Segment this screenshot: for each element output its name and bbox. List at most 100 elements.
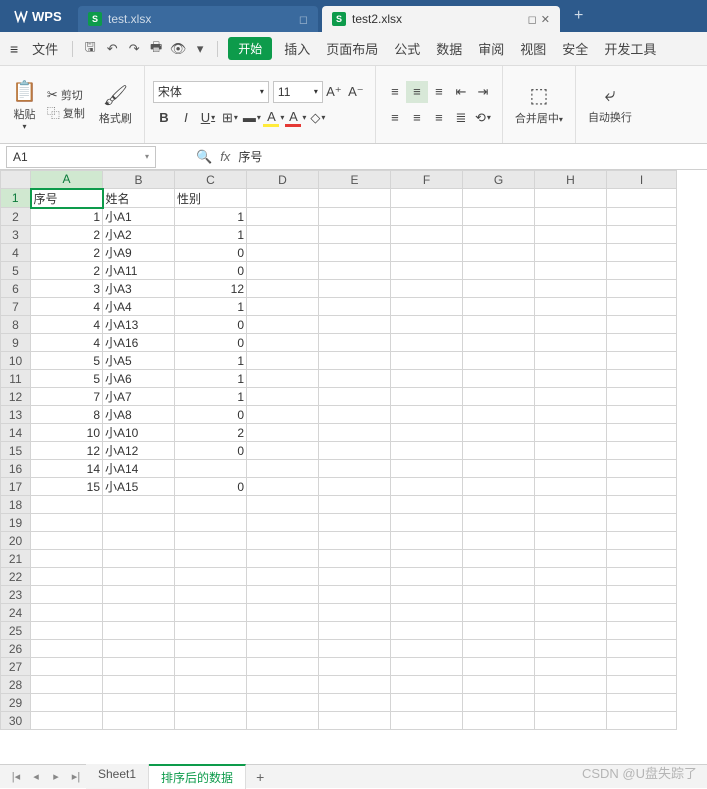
decrease-font-icon[interactable]: A⁻ xyxy=(345,81,367,103)
sheet-tab[interactable]: 排序后的数据 xyxy=(149,764,246,789)
menu-formula[interactable]: 公式 xyxy=(386,39,428,58)
font-family-select[interactable]: 宋体▾ xyxy=(153,81,269,103)
cell[interactable] xyxy=(247,622,319,640)
menu-security[interactable]: 安全 xyxy=(554,39,596,58)
cell[interactable] xyxy=(607,550,677,568)
cell[interactable] xyxy=(463,532,535,550)
cell[interactable] xyxy=(607,208,677,226)
hamburger-icon[interactable]: ≡ xyxy=(10,41,18,57)
cell[interactable] xyxy=(319,550,391,568)
cell[interactable] xyxy=(175,532,247,550)
cell[interactable] xyxy=(535,604,607,622)
doc-tab-active[interactable]: S test2.xlsx ◻ ✕ xyxy=(322,6,560,32)
cell[interactable] xyxy=(607,334,677,352)
cell[interactable] xyxy=(319,226,391,244)
cell[interactable] xyxy=(319,514,391,532)
row-header[interactable]: 18 xyxy=(1,496,31,514)
cell[interactable] xyxy=(463,460,535,478)
cell[interactable] xyxy=(535,352,607,370)
cell[interactable] xyxy=(607,298,677,316)
more-icon[interactable]: ▾ xyxy=(191,41,209,57)
cell[interactable] xyxy=(319,532,391,550)
column-header[interactable]: F xyxy=(391,171,463,189)
cell[interactable]: 小A2 xyxy=(103,226,175,244)
menu-pagelayout[interactable]: 页面布局 xyxy=(318,39,386,58)
cell[interactable] xyxy=(319,262,391,280)
cell[interactable]: 8 xyxy=(31,406,103,424)
cell[interactable] xyxy=(103,514,175,532)
row-header[interactable]: 9 xyxy=(1,334,31,352)
cell[interactable] xyxy=(463,586,535,604)
cell[interactable] xyxy=(247,694,319,712)
orientation-icon[interactable]: ⟲ xyxy=(472,107,494,129)
menu-view[interactable]: 视图 xyxy=(512,39,554,58)
cell[interactable] xyxy=(391,208,463,226)
cell[interactable] xyxy=(391,424,463,442)
cell[interactable] xyxy=(319,640,391,658)
increase-indent-icon[interactable]: ⇥ xyxy=(472,81,494,103)
cell[interactable] xyxy=(607,460,677,478)
cell[interactable] xyxy=(535,316,607,334)
cell[interactable] xyxy=(247,640,319,658)
cell[interactable] xyxy=(319,676,391,694)
cell[interactable]: 小A14 xyxy=(103,460,175,478)
cell[interactable] xyxy=(175,586,247,604)
cell[interactable] xyxy=(247,568,319,586)
column-header[interactable]: G xyxy=(463,171,535,189)
cell[interactable] xyxy=(463,406,535,424)
format-painter-button[interactable]: 🖌 格式刷 xyxy=(95,83,136,126)
cell[interactable]: 1 xyxy=(175,208,247,226)
cell[interactable] xyxy=(319,406,391,424)
cell[interactable] xyxy=(535,388,607,406)
row-header[interactable]: 30 xyxy=(1,712,31,730)
row-header[interactable]: 13 xyxy=(1,406,31,424)
cell[interactable] xyxy=(175,676,247,694)
row-header[interactable]: 15 xyxy=(1,442,31,460)
cell[interactable] xyxy=(535,586,607,604)
cell[interactable] xyxy=(535,189,607,208)
cell[interactable] xyxy=(535,226,607,244)
cell[interactable] xyxy=(319,622,391,640)
cell[interactable] xyxy=(463,514,535,532)
cell[interactable] xyxy=(247,316,319,334)
row-header[interactable]: 12 xyxy=(1,388,31,406)
cell[interactable]: 1 xyxy=(175,352,247,370)
row-header[interactable]: 1 xyxy=(1,189,31,208)
cell[interactable] xyxy=(175,550,247,568)
row-header[interactable]: 21 xyxy=(1,550,31,568)
cell[interactable] xyxy=(535,658,607,676)
align-top-icon[interactable]: ≡ xyxy=(384,81,406,103)
cell[interactable]: 2 xyxy=(31,244,103,262)
cell[interactable] xyxy=(103,604,175,622)
cell[interactable] xyxy=(391,658,463,676)
cell[interactable] xyxy=(535,334,607,352)
sheet-next-icon[interactable]: ▸ xyxy=(46,770,66,783)
cell[interactable] xyxy=(247,586,319,604)
cell[interactable] xyxy=(535,370,607,388)
cell[interactable] xyxy=(175,568,247,586)
cell[interactable] xyxy=(247,496,319,514)
cell[interactable] xyxy=(31,568,103,586)
cell[interactable] xyxy=(391,568,463,586)
sheet-prev-icon[interactable]: ◂ xyxy=(26,770,46,783)
cell[interactable] xyxy=(247,370,319,388)
cell[interactable] xyxy=(535,262,607,280)
menu-insert[interactable]: 插入 xyxy=(276,39,318,58)
cell[interactable] xyxy=(103,676,175,694)
cell[interactable] xyxy=(463,334,535,352)
cell[interactable]: 5 xyxy=(31,370,103,388)
cell[interactable]: 小A10 xyxy=(103,424,175,442)
cell[interactable] xyxy=(463,208,535,226)
cell[interactable] xyxy=(535,208,607,226)
cell[interactable]: 小A3 xyxy=(103,280,175,298)
cell[interactable] xyxy=(391,280,463,298)
cell[interactable]: 15 xyxy=(31,478,103,496)
cell[interactable] xyxy=(607,280,677,298)
cell[interactable] xyxy=(463,568,535,586)
decrease-indent-icon[interactable]: ⇤ xyxy=(450,81,472,103)
cell[interactable] xyxy=(31,694,103,712)
cell[interactable] xyxy=(247,712,319,730)
increase-font-icon[interactable]: A⁺ xyxy=(323,81,345,103)
cell[interactable]: 4 xyxy=(31,316,103,334)
cell[interactable] xyxy=(319,694,391,712)
